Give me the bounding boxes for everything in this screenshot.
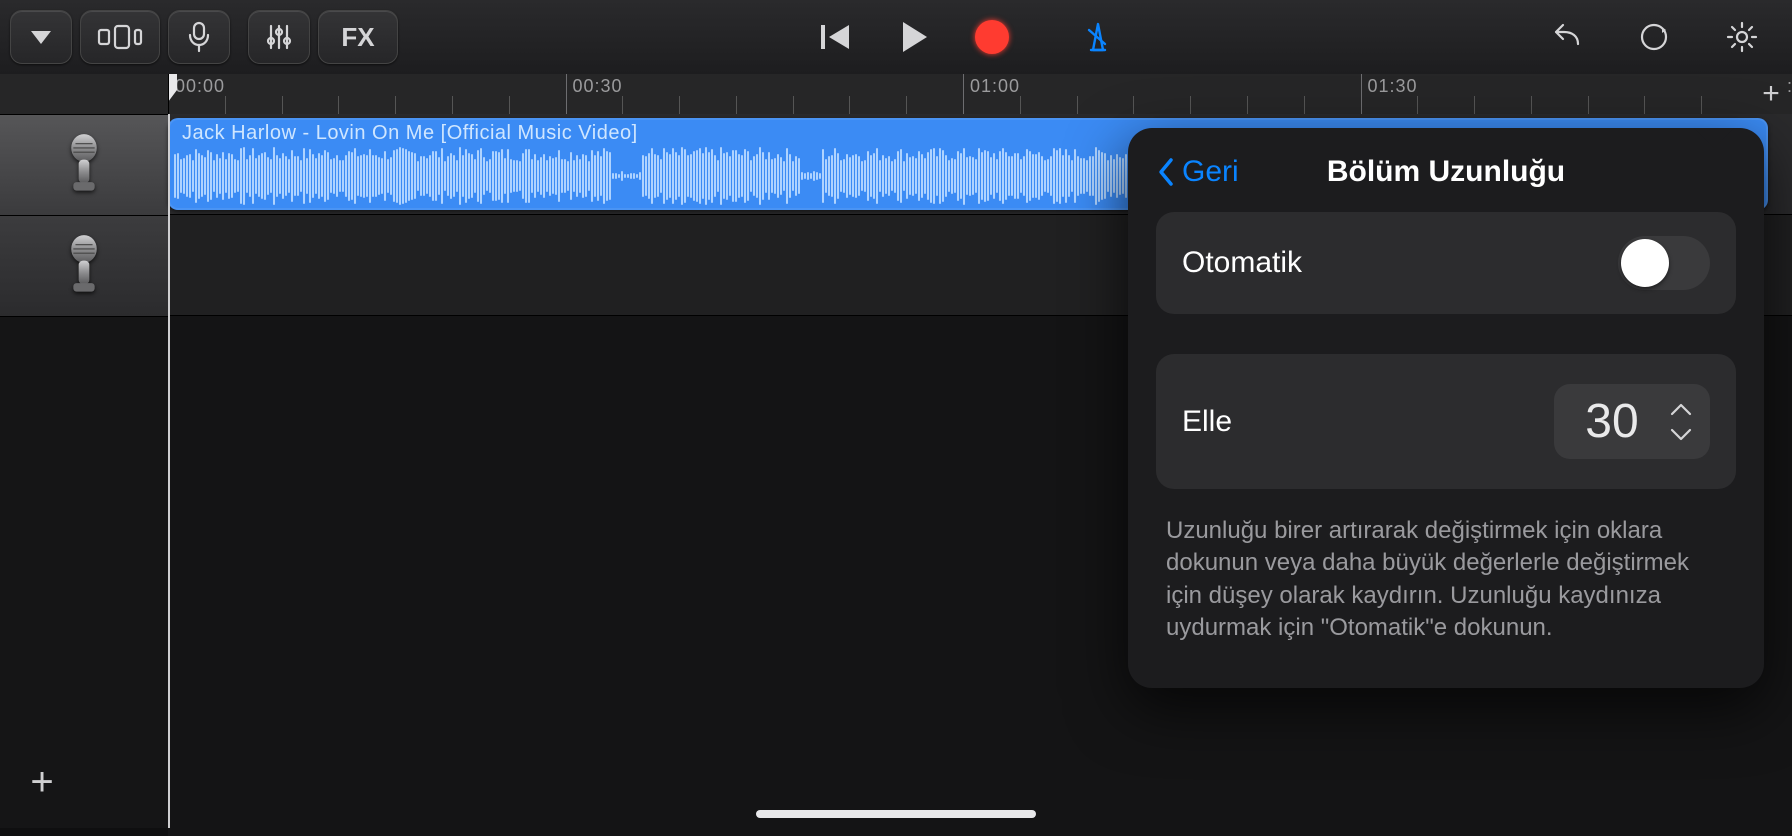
view-menu-button[interactable] <box>10 10 72 64</box>
undo-button[interactable] <box>1536 11 1596 63</box>
settings-button[interactable] <box>1712 11 1772 63</box>
mixer-button[interactable] <box>248 10 310 64</box>
popover-header: Geri Bölüm Uzunluğu <box>1156 150 1736 194</box>
manual-label: Elle <box>1182 405 1232 439</box>
microphone-icon <box>62 133 106 197</box>
ruler-label: 00:00 <box>175 76 225 97</box>
automatic-label: Otomatik <box>1182 246 1302 280</box>
back-label: Geri <box>1182 155 1239 189</box>
add-track-button[interactable]: + <box>18 758 66 806</box>
ruler-corner <box>0 74 168 115</box>
record-button[interactable] <box>962 11 1022 63</box>
manual-stepper[interactable]: 30 <box>1554 384 1710 459</box>
popover-title: Bölüm Uzunluğu <box>1156 155 1736 189</box>
region-title: Jack Harlow - Lovin On Me [Official Musi… <box>182 122 638 145</box>
add-section-button[interactable]: + <box>1754 74 1788 114</box>
home-indicator[interactable] <box>756 810 1036 818</box>
chevron-left-icon <box>1156 157 1176 187</box>
playhead-line[interactable] <box>168 114 170 828</box>
track-headers: + <box>0 74 169 828</box>
fx-button[interactable]: FX <box>318 10 398 64</box>
track-view-button[interactable] <box>80 10 160 64</box>
top-toolbar: FX <box>0 0 1792 75</box>
track-header-1[interactable] <box>0 115 168 216</box>
ruler-label: 00:30 <box>573 76 623 97</box>
ruler-label: 01:00 <box>970 76 1020 97</box>
back-button[interactable]: Geri <box>1156 155 1239 189</box>
toggle-knob <box>1621 239 1669 287</box>
manual-value: 30 <box>1572 394 1652 449</box>
microphone-icon <box>62 234 106 298</box>
chevron-down-icon[interactable] <box>1670 428 1692 442</box>
chevron-up-icon[interactable] <box>1670 402 1692 416</box>
fx-label: FX <box>341 22 374 53</box>
loop-button[interactable] <box>1624 11 1684 63</box>
track-header-2[interactable] <box>0 216 168 317</box>
go-to-start-button[interactable] <box>806 11 866 63</box>
section-length-popover: Geri Bölüm Uzunluğu Otomatik Elle 30 Uzu… <box>1128 128 1764 688</box>
metronome-button[interactable] <box>1068 11 1128 63</box>
record-icon <box>975 20 1009 54</box>
manual-card: Elle 30 <box>1156 354 1736 489</box>
ruler-label: 01:30 <box>1368 76 1418 97</box>
automatic-toggle[interactable] <box>1618 236 1710 290</box>
microphone-button[interactable] <box>168 10 230 64</box>
play-button[interactable] <box>874 11 954 63</box>
automatic-card: Otomatik <box>1156 212 1736 314</box>
time-ruler[interactable]: 00:0000:3001:0001:3002:00 <box>168 74 1792 115</box>
help-text: Uzunluğu birer artırarak değiştirmek içi… <box>1156 515 1736 645</box>
